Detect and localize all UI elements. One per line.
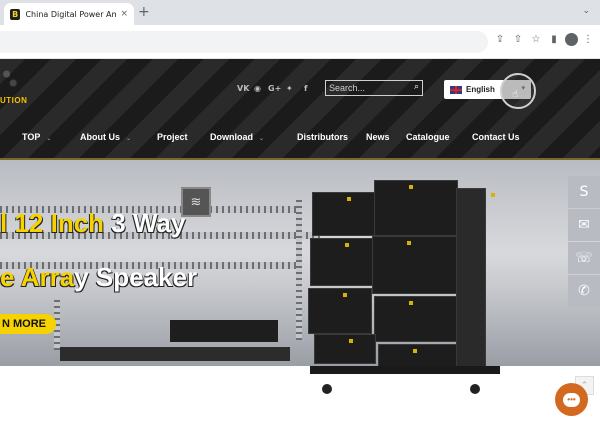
tab-close-icon[interactable]: × xyxy=(120,9,128,19)
tab-search-icon[interactable]: ⌄ xyxy=(582,6,590,16)
nav-item-contact-us[interactable]: Contact Us xyxy=(472,132,520,142)
browser-tab[interactable]: B China Digital Power Amplifier, Pro × xyxy=(4,3,134,25)
nav-item-download[interactable]: Download ⌄ xyxy=(210,132,264,142)
speaker-cabinet xyxy=(374,296,458,342)
address-bar[interactable] xyxy=(0,31,488,53)
language-label: English xyxy=(466,85,495,94)
stage-truss xyxy=(296,200,302,340)
speaker-cabinet xyxy=(312,192,376,236)
new-tab-button[interactable]: + xyxy=(138,4,150,20)
search-icon[interactable]: ⌕ xyxy=(414,82,419,92)
chevron-down-icon: ⌄ xyxy=(46,135,52,142)
menu-icon[interactable]: ⋮ xyxy=(580,31,596,47)
uk-flag-icon xyxy=(450,85,462,94)
speaker-cabinet xyxy=(308,288,372,334)
weibo-icon[interactable]: ◉ xyxy=(254,84,261,93)
chevron-down-icon: ⌄ xyxy=(259,135,265,142)
site-favicon: B xyxy=(10,8,21,20)
speaker-cabinet xyxy=(374,180,458,236)
phone-button[interactable]: ☏ xyxy=(568,242,600,274)
speaker-side-panel xyxy=(456,188,495,378)
phone-icon: ☏ xyxy=(575,250,593,266)
logo-graphic xyxy=(0,62,22,92)
profile-icon[interactable] xyxy=(565,33,578,46)
whatsapp-button[interactable]: ✆ xyxy=(568,275,600,307)
nav-item-project[interactable]: Project xyxy=(157,132,188,142)
nav-item-catalogue[interactable]: Catalogue xyxy=(406,132,450,142)
tab-title: China Digital Power Amplifier, Pro xyxy=(25,9,117,19)
nav-item-distributors[interactable]: Distributors xyxy=(297,132,348,142)
stage-screen xyxy=(170,320,278,342)
search-input[interactable] xyxy=(329,82,407,94)
skype-icon: S xyxy=(579,184,589,200)
browser-tab-strip: B China Digital Power Amplifier, Pro × +… xyxy=(0,0,600,25)
speaker-cabinet xyxy=(314,334,376,364)
learn-more-button[interactable]: N MORE xyxy=(0,314,56,334)
speaker-cabinet xyxy=(310,238,374,286)
vk-icon[interactable]: VK xyxy=(237,84,249,93)
speaker-cart xyxy=(310,366,500,374)
page-content xyxy=(0,366,600,424)
chevron-down-icon: ⌄ xyxy=(126,135,132,142)
nav-item-news[interactable]: News xyxy=(366,132,390,142)
speaker-cabinet xyxy=(372,236,458,294)
search-box: ⌕ xyxy=(325,80,423,96)
cart-wheel xyxy=(322,384,332,394)
sidebar-icon[interactable]: ▮ xyxy=(546,31,562,47)
chat-icon: ••• xyxy=(563,392,580,407)
nav-item-top[interactable]: TOP ⌄ xyxy=(22,132,51,142)
cart-wheel xyxy=(470,384,480,394)
hero-title: l 12 Inch 3 Way xyxy=(0,208,186,238)
share-icon[interactable]: ⇪ xyxy=(492,31,508,47)
google-plus-icon[interactable]: G+ xyxy=(268,84,281,93)
email-button[interactable]: ✉ xyxy=(568,209,600,241)
skype-button[interactable]: S xyxy=(568,176,600,208)
whatsapp-icon: ✆ xyxy=(578,283,590,299)
star-icon[interactable]: ☆ xyxy=(528,31,544,47)
email-icon: ✉ xyxy=(578,217,590,233)
hand-cursor-icon: ☝ xyxy=(512,89,519,100)
twitter-icon[interactable]: ✦ xyxy=(286,84,293,93)
hero-subtitle: e Array Speaker xyxy=(0,262,198,292)
nav-item-about-us[interactable]: About Us ⌄ xyxy=(80,132,131,142)
facebook-icon[interactable]: f xyxy=(304,84,307,93)
logo-text[interactable]: UTION xyxy=(0,96,27,105)
browser-toolbar: ⇪ ⇧ ☆ ▮ ⋮ xyxy=(0,25,600,59)
chat-button[interactable]: ••• xyxy=(555,383,588,416)
stage-deck xyxy=(60,347,290,361)
upload-icon[interactable]: ⇧ xyxy=(510,31,526,47)
brand-logo-icon: ≋ xyxy=(181,187,211,217)
